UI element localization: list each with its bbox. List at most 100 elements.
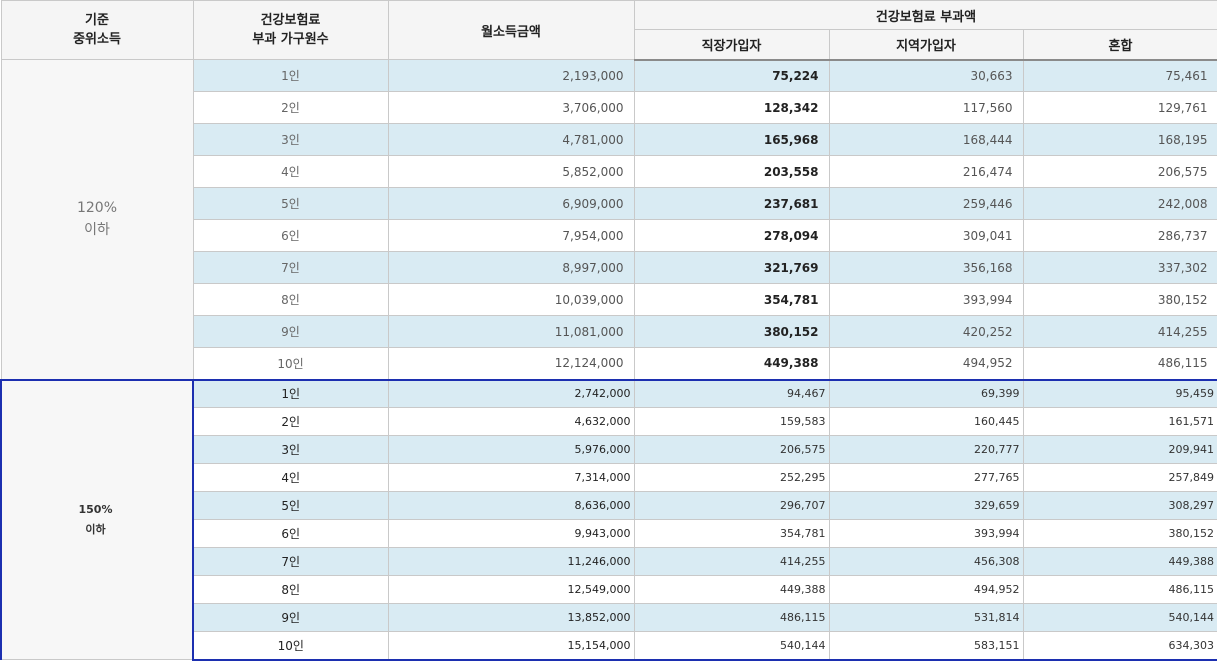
- mixed-premium-cell: 380,152: [1022, 283, 1217, 316]
- employee-premium-cell: 203,558: [633, 155, 830, 188]
- household-size-cell: 4인: [192, 155, 389, 188]
- mixed-premium-cell: 380,152: [1022, 519, 1217, 548]
- household-size-cell: 3인: [192, 123, 389, 156]
- regional-premium-cell: 277,765: [828, 463, 1024, 492]
- mixed-premium-cell: 209,941: [1022, 435, 1217, 464]
- monthly-income-cell: 2,193,000: [387, 59, 635, 92]
- monthly-income-cell: 11,081,000: [387, 315, 635, 348]
- monthly-income-cell: 4,781,000: [387, 123, 635, 156]
- table-row: 120% 이하 1인 2,193,000 75,224 30,663 75,461: [0, 59, 1217, 380]
- employee-premium-cell: 449,388: [633, 347, 830, 380]
- household-size-cell: 2인: [192, 407, 389, 436]
- mixed-premium-cell: 337,302: [1022, 251, 1217, 284]
- mixed-premium-cell: 75,461: [1022, 59, 1217, 92]
- employee-premium-cell: 128,342: [633, 91, 830, 124]
- mixed-premium-cell: 540,144: [1022, 603, 1217, 632]
- household-size-cell: 1인: [192, 59, 389, 92]
- mixed-premium-cell: 308,297: [1022, 491, 1217, 520]
- employee-premium-cell: 75,224: [633, 59, 830, 92]
- household-size-cell: 6인: [192, 219, 389, 252]
- household-size-cell: 3인: [192, 435, 389, 464]
- regional-premium-cell: 494,952: [828, 575, 1024, 604]
- regional-premium-cell: 393,994: [828, 519, 1024, 548]
- regional-premium-cell: 216,474: [828, 155, 1024, 188]
- regional-premium-cell: 531,814: [828, 603, 1024, 632]
- mixed-premium-cell: 95,459: [1022, 378, 1217, 408]
- income-tier-label: 120% 이하: [0, 59, 194, 380]
- monthly-income-cell: 5,976,000: [387, 435, 635, 464]
- mixed-premium-cell: 634,303: [1022, 631, 1217, 661]
- employee-premium-cell: 206,575: [633, 435, 830, 464]
- header-premium-group: 건강보험료 부과액: [633, 0, 1217, 30]
- regional-premium-cell: 220,777: [828, 435, 1024, 464]
- monthly-income-cell: 6,909,000: [387, 187, 635, 220]
- monthly-income-cell: 2,742,000: [387, 378, 635, 408]
- household-size-cell: 1인: [192, 378, 389, 408]
- employee-premium-cell: 94,467: [633, 378, 830, 408]
- mixed-premium-cell: 449,388: [1022, 547, 1217, 576]
- mixed-premium-cell: 286,737: [1022, 219, 1217, 252]
- employee-premium-cell: 380,152: [633, 315, 830, 348]
- employee-premium-cell: 165,968: [633, 123, 830, 156]
- header-regional: 지역가입자: [828, 29, 1024, 61]
- household-size-cell: 9인: [192, 315, 389, 348]
- regional-premium-cell: 69,399: [828, 378, 1024, 408]
- table-row: 150% 이하 1인 2,742,000 94,467 69,399 95,459: [0, 378, 1217, 660]
- monthly-income-cell: 10,039,000: [387, 283, 635, 316]
- monthly-income-cell: 13,852,000: [387, 603, 635, 632]
- monthly-income-cell: 4,632,000: [387, 407, 635, 436]
- mixed-premium-cell: 161,571: [1022, 407, 1217, 436]
- employee-premium-cell: 321,769: [633, 251, 830, 284]
- regional-premium-cell: 117,560: [828, 91, 1024, 124]
- table-header: 기준 중위소득 건강보험료 부과 가구원수 월소득금액 건강보험료 부과액 직장…: [0, 0, 1217, 61]
- mixed-premium-cell: 242,008: [1022, 187, 1217, 220]
- household-size-cell: 7인: [192, 251, 389, 284]
- monthly-income-cell: 11,246,000: [387, 547, 635, 576]
- employee-premium-cell: 354,781: [633, 519, 830, 548]
- mixed-premium-cell: 129,761: [1022, 91, 1217, 124]
- monthly-income-cell: 15,154,000: [387, 631, 635, 661]
- household-size-cell: 8인: [192, 575, 389, 604]
- household-size-cell: 5인: [192, 491, 389, 520]
- regional-premium-cell: 494,952: [828, 347, 1024, 380]
- mixed-premium-cell: 168,195: [1022, 123, 1217, 156]
- mixed-premium-cell: 206,575: [1022, 155, 1217, 188]
- employee-premium-cell: 414,255: [633, 547, 830, 576]
- header-household-size: 건강보험료 부과 가구원수: [192, 0, 389, 60]
- regional-premium-cell: 356,168: [828, 251, 1024, 284]
- monthly-income-cell: 7,314,000: [387, 463, 635, 492]
- header-monthly-income: 월소득금액: [387, 0, 635, 60]
- household-size-cell: 8인: [192, 283, 389, 316]
- monthly-income-cell: 7,954,000: [387, 219, 635, 252]
- employee-premium-cell: 237,681: [633, 187, 830, 220]
- monthly-income-cell: 12,549,000: [387, 575, 635, 604]
- employee-premium-cell: 296,707: [633, 491, 830, 520]
- household-size-cell: 7인: [192, 547, 389, 576]
- household-size-cell: 10인: [192, 631, 389, 661]
- section-120: 120% 이하 1인 2,193,000 75,224 30,663 75,461 2인 3,…: [0, 59, 1217, 380]
- mixed-premium-cell: 486,115: [1022, 347, 1217, 380]
- mixed-premium-cell: 486,115: [1022, 575, 1217, 604]
- employee-premium-cell: 449,388: [633, 575, 830, 604]
- section-150: 150% 이하 1인 2,742,000 94,467 69,399 95,459 2인 4,…: [0, 378, 1217, 661]
- monthly-income-cell: 8,997,000: [387, 251, 635, 284]
- regional-premium-cell: 420,252: [828, 315, 1024, 348]
- regional-premium-cell: 583,151: [828, 631, 1024, 661]
- mixed-premium-cell: 257,849: [1022, 463, 1217, 492]
- regional-premium-cell: 393,994: [828, 283, 1024, 316]
- mixed-premium-cell: 414,255: [1022, 315, 1217, 348]
- household-size-cell: 5인: [192, 187, 389, 220]
- premium-table: 기준 중위소득 건강보험료 부과 가구원수 월소득금액 건강보험료 부과액 직장…: [0, 0, 1217, 661]
- header-employee: 직장가입자: [633, 29, 830, 61]
- employee-premium-cell: 278,094: [633, 219, 830, 252]
- regional-premium-cell: 160,445: [828, 407, 1024, 436]
- income-tier-label: 150% 이하: [0, 378, 194, 660]
- regional-premium-cell: 329,659: [828, 491, 1024, 520]
- household-size-cell: 6인: [192, 519, 389, 548]
- monthly-income-cell: 9,943,000: [387, 519, 635, 548]
- regional-premium-cell: 168,444: [828, 123, 1024, 156]
- household-size-cell: 2인: [192, 91, 389, 124]
- household-size-cell: 4인: [192, 463, 389, 492]
- employee-premium-cell: 540,144: [633, 631, 830, 661]
- employee-premium-cell: 159,583: [633, 407, 830, 436]
